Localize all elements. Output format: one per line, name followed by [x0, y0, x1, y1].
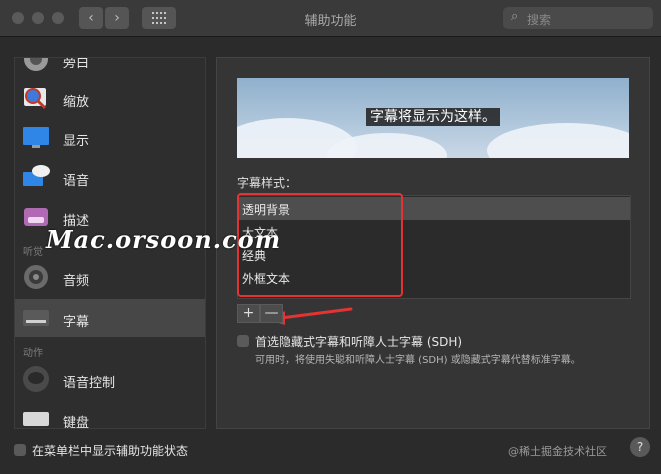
sidebar-item-label: 显示 [63, 134, 90, 149]
title-bar: ‹ › 辅助功能 ⌕ 搜索 [0, 0, 661, 37]
sidebar-item-label: 音频 [63, 274, 90, 289]
captions-icon [23, 310, 49, 326]
add-style-button[interactable]: + [237, 304, 260, 323]
keyboard-icon [23, 412, 49, 426]
zoom-icon [24, 88, 47, 110]
sdh-description: 可用时，将使用失聪和听障人士字幕 (SDH) 或隐藏式字幕代替标准字幕。 [255, 355, 581, 366]
sidebar-item-speech[interactable]: 语音 [15, 158, 205, 196]
sidebar-item-voice-control[interactable]: 语音控制 [15, 360, 205, 398]
help-button[interactable]: ? [630, 437, 650, 457]
watermark-text: Mac.orsoon.com [46, 225, 282, 254]
remove-style-button[interactable]: — [260, 304, 283, 323]
sidebar-item-audio[interactable]: 音频 [15, 258, 205, 296]
display-icon [23, 127, 49, 148]
sidebar-item-label: 语音 [63, 174, 90, 189]
preview-caption-text: 字幕将显示为这样。 [366, 108, 500, 126]
speech-icon [23, 165, 50, 186]
sdh-checkbox[interactable] [237, 335, 249, 347]
section-hearing-label: 听觉 [23, 247, 43, 258]
search-icon: ⌕ [511, 9, 519, 24]
sidebar-item-label: 键盘 [63, 416, 90, 429]
audio-icon [24, 265, 48, 289]
sidebar-item-keyboard[interactable]: 键盘 [15, 400, 205, 429]
caption-style-label: 字幕样式： [237, 176, 298, 190]
caption-preview: 字幕将显示为这样。 [237, 78, 629, 158]
sidebar-item-label: 语音控制 [63, 376, 116, 391]
menu-status-label: 在菜单栏中显示辅助功能状态 [32, 444, 189, 458]
voice-control-icon [23, 366, 49, 392]
sidebar-item-label: 字幕 [63, 315, 90, 330]
sidebar-item-label: 缩放 [63, 95, 90, 110]
sdh-checkbox-label: 首选隐藏式字幕和听障人士字幕 (SDH) [255, 335, 463, 349]
sidebar-item-label: 旁白 [63, 57, 90, 71]
credit-text: @稀土掘金技术社区 [508, 445, 607, 458]
menu-status-checkbox[interactable] [14, 444, 26, 456]
search-placeholder: 搜索 [527, 13, 552, 27]
sidebar-item-display[interactable]: 显示 [15, 118, 205, 156]
captions-panel: 字幕将显示为这样。 字幕样式： 透明背景 大文本 经典 外框文本 + — 首选隐… [216, 57, 650, 429]
sidebar-item-captions[interactable]: 字幕 [15, 299, 205, 337]
voiceover-icon [24, 58, 48, 71]
section-motor-label: 动作 [23, 348, 43, 359]
sidebar-item-zoom[interactable]: 缩放 [15, 79, 205, 117]
sidebar-item-voiceover[interactable]: 旁白 [15, 57, 205, 78]
search-input[interactable]: ⌕ 搜索 [503, 7, 653, 29]
